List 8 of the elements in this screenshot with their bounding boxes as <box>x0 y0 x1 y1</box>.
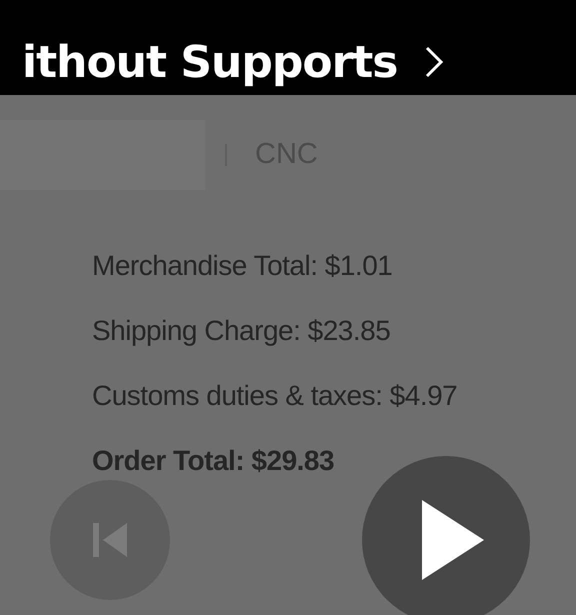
summary-line: Shipping Charge: $23.85 <box>92 314 392 348</box>
video-title: ithout Supports <box>22 36 398 90</box>
play-icon <box>422 500 484 580</box>
summary-line: Customs duties & taxes: $4.97 <box>92 379 458 413</box>
skip-back-icon <box>91 521 129 559</box>
summary-line: Merchandise Total: $1.01 <box>92 249 394 283</box>
chevron-right-icon[interactable] <box>424 45 444 79</box>
summary-line: Order Total: $29.83 <box>92 444 336 478</box>
